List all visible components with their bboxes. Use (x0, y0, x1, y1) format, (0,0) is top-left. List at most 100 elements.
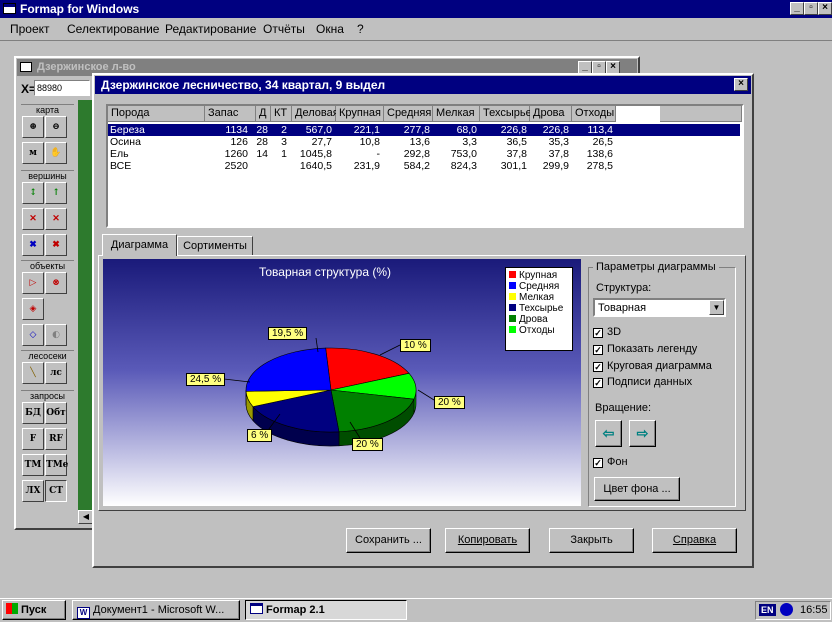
checkbox-3d[interactable]: ✓ 3D (593, 326, 621, 338)
group-cuts-label: лесосеки (21, 350, 74, 361)
vertex-add-icon[interactable]: ↑ (45, 182, 67, 204)
taskbar-formap[interactable]: Formap 2.1 (245, 600, 407, 620)
vertex-delete-icon[interactable]: ✖ (22, 234, 44, 256)
close-button[interactable]: × (818, 2, 832, 15)
column-header-10[interactable]: Отходы (572, 106, 616, 122)
tool-obt-button[interactable]: Обт (45, 402, 67, 424)
table-cell: 277,8 (403, 124, 430, 136)
column-header-3[interactable]: КТ (271, 106, 292, 122)
column-header-4[interactable]: Деловая (292, 106, 339, 122)
table-cell: 221,1 (353, 124, 380, 136)
hand-icon[interactable]: ✋ (45, 142, 67, 164)
menu-edit[interactable]: Редактирование (165, 20, 256, 38)
cut-draw-icon[interactable]: ╲ (22, 362, 44, 384)
tab-diagram[interactable]: Диаграмма (102, 234, 177, 256)
tab-assortments[interactable]: Сортименты (177, 236, 253, 256)
checkbox-legend[interactable]: ✓ Показать легенду (593, 343, 697, 355)
start-button[interactable]: Пуск (2, 600, 66, 620)
legend-item: Крупная (509, 270, 569, 281)
vertex-clear-icon[interactable]: ✖ (45, 234, 67, 256)
tool-lh-button[interactable]: ЛХ (22, 480, 44, 502)
object-info-icon[interactable]: ◐ (45, 324, 67, 346)
column-header-6[interactable]: Средняя (384, 106, 433, 122)
menu-select[interactable]: Селектирование (67, 20, 159, 38)
tool-ls-button[interactable]: лс (45, 362, 67, 384)
help-button[interactable]: Справка (652, 528, 737, 553)
tool-tm-button[interactable]: ТМ (22, 454, 44, 476)
column-header-1[interactable]: Запас (205, 106, 256, 122)
tool-tme-button[interactable]: ТМе (45, 454, 68, 476)
column-header-7[interactable]: Мелкая (433, 106, 480, 122)
bg-color-button[interactable]: Цвет фона ... (594, 477, 680, 501)
restore-button[interactable]: ▫ (804, 2, 818, 15)
inner-icon (20, 62, 32, 72)
zoom-in-icon[interactable]: ⊕ (22, 116, 44, 138)
column-header-5[interactable]: Крупная (336, 106, 384, 122)
tray-icon[interactable] (780, 603, 793, 616)
menu-windows[interactable]: Окна (316, 20, 344, 38)
structure-label: Структура: (596, 282, 652, 294)
checkbox-data-labels[interactable]: ✓ Подписи данных (593, 376, 692, 388)
checkbox-pie-box[interactable]: ✓ (593, 362, 603, 372)
table-cell: 3,3 (462, 136, 477, 148)
tool-f-button[interactable]: F (22, 428, 44, 450)
rotate-left-button[interactable]: ⇦ (595, 420, 622, 447)
table-cell: 68,0 (456, 124, 477, 136)
column-header-2[interactable]: Д (256, 106, 271, 122)
table-cell: Береза (110, 124, 145, 136)
object-edit-icon[interactable]: ◇ (22, 324, 44, 346)
table-cell: 37,8 (548, 148, 569, 160)
formap-icon (250, 603, 263, 614)
dialog-close-button[interactable]: × (734, 78, 748, 91)
structure-select-value: Товарная (598, 302, 647, 314)
menu-bar: Проект Селектирование Редактирование Отч… (0, 20, 832, 38)
table-cell: 301,1 (500, 160, 527, 172)
table-cell: 3 (281, 136, 287, 148)
copy-button[interactable]: Копировать (445, 528, 530, 553)
menu-project[interactable]: Проект (10, 20, 50, 38)
close-dialog-button[interactable]: Закрыть (549, 528, 634, 553)
checkbox-legend-box[interactable]: ✓ (593, 345, 603, 355)
column-header-9[interactable]: Дрова (530, 106, 572, 122)
tab-diagram-label: Диаграмма (110, 239, 169, 251)
rotate-right-button[interactable]: ⇨ (629, 420, 656, 447)
structure-select[interactable]: Товарная ▼ (593, 298, 726, 317)
table-cell: 10,8 (359, 136, 380, 148)
taskbar-word-label: Документ1 - Microsoft W... (93, 604, 225, 616)
checkbox-background[interactable]: ✓ Фон (593, 456, 628, 468)
legend-label: Мелкая (519, 292, 555, 303)
tool-m-button[interactable]: м (22, 142, 44, 164)
object-create-icon[interactable]: ◈ (22, 298, 44, 320)
object-delete-icon[interactable]: ⊗ (45, 272, 67, 294)
minimize-button[interactable]: _ (790, 2, 804, 15)
tab-assortments-label: Сортименты (183, 240, 247, 252)
legend-swatch (509, 304, 516, 311)
column-header-8[interactable]: Техсырье (480, 106, 532, 122)
checkbox-3d-box[interactable]: ✓ (593, 328, 603, 338)
menu-reports[interactable]: Отчёты (263, 20, 305, 38)
legend-swatch (509, 282, 516, 289)
checkbox-pie[interactable]: ✓ Круговая диаграмма (593, 360, 712, 372)
x-coord-field[interactable]: 88980 (34, 80, 90, 96)
save-button[interactable]: Сохранить ... (346, 528, 431, 553)
checkbox-legend-label: Показать легенду (607, 343, 698, 355)
checkbox-data-labels-box[interactable]: ✓ (593, 378, 603, 388)
tool-st-button[interactable]: СТ (45, 480, 67, 502)
object-select-icon[interactable]: ▷ (22, 272, 44, 294)
language-indicator[interactable]: EN (759, 604, 776, 616)
legend-item: Мелкая (509, 292, 569, 303)
table-cell: 567,0 (305, 124, 332, 136)
column-header-0[interactable]: Порода (108, 106, 205, 122)
menu-help[interactable]: ? (357, 20, 364, 38)
tool-bd-button[interactable]: БД (22, 402, 44, 424)
vertex-join-icon[interactable]: ✕ (22, 208, 44, 230)
vertex-split-icon[interactable]: ✕ (45, 208, 67, 230)
checkbox-background-box[interactable]: ✓ (593, 458, 603, 468)
column-header-filler (660, 106, 742, 122)
chevron-down-icon[interactable]: ▼ (709, 300, 724, 315)
tool-rf-button[interactable]: RF (45, 428, 67, 450)
vertex-move-icon[interactable]: ↕ (22, 182, 44, 204)
table-cell: 113,4 (587, 124, 614, 136)
taskbar-word[interactable]: W Документ1 - Microsoft W... (72, 600, 240, 620)
zoom-out-icon[interactable]: ⊖ (45, 116, 67, 138)
